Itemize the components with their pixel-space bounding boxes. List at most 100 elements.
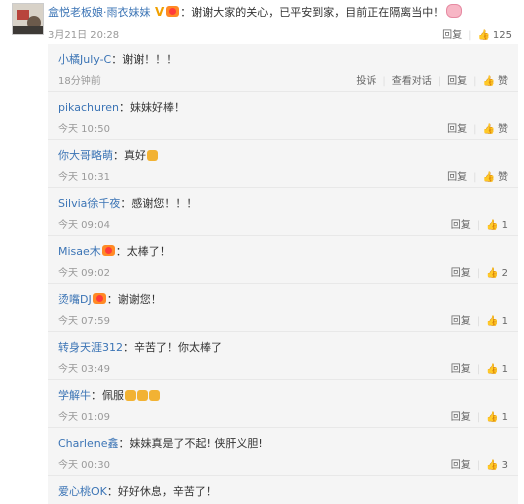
reply-text: 妹妹好棒！ [129,101,185,114]
reply-username[interactable]: 你大哥略萌 [58,149,113,162]
main-reply-button[interactable]: 回复 [442,30,462,41]
like-count[interactable]: 2 [502,268,508,279]
like-count[interactable]: 赞 [498,76,508,87]
reply-button[interactable]: 回复 [447,172,467,183]
reply-text: 妹妹真是了不起! 侠肝义胆! [129,437,263,450]
reply-line: Silvia徐千夜：感谢您！！！ [58,195,197,211]
thumbs-up-icon[interactable]: 👍 [483,172,495,183]
thumbs-up-icon[interactable]: 👍 [486,268,498,279]
reply-username[interactable]: pikachuren [58,101,119,114]
like-count[interactable]: 1 [502,412,508,423]
reply-actions: 投诉 | 查看对话 | 回复 | 👍 赞 [356,76,508,87]
colon: ： [123,341,134,354]
colon: ： [106,485,118,498]
reply-item: 转身天涯312：辛苦了！你太棒了 今天 03:49 回复 | 👍 1 [48,332,518,380]
thumbs-up-emoji-icon [137,390,148,401]
reply-item: 小橘July-C：谢谢！！！ 18分钟前 投诉 | 查看对话 | 回复 | 👍 赞 [48,44,518,92]
reply-actions: 回复 | 👍 1 [450,316,508,327]
reply-button[interactable]: 回复 [451,412,471,423]
reply-text: 辛苦了！你太棒了 [134,341,222,354]
colon: ： [118,101,130,114]
thumbs-up-icon[interactable]: 👍 [486,412,498,423]
reply-text: 谢谢！！！ [122,53,178,66]
reply-button[interactable]: 回复 [451,364,471,375]
reply-username[interactable]: 小橘July-C [58,53,111,66]
reply-list: 小橘July-C：谢谢！！！ 18分钟前 投诉 | 查看对话 | 回复 | 👍 赞 pikachur… [48,44,518,504]
reply-text: 谢谢您！ [117,293,162,306]
thumbs-up-icon[interactable]: 👍 [483,124,495,135]
fan-badge-icon [101,245,115,256]
like-count[interactable]: 赞 [498,124,508,135]
thumbs-up-icon[interactable]: 👍 [483,76,495,87]
reply-username[interactable]: 烫嘴DJ [58,293,92,306]
reply-line: 转身天涯312：辛苦了！你太棒了 [58,339,222,355]
reply-button[interactable]: 回复 [447,76,467,87]
reply-timestamp: 今天 09:02 [58,268,110,279]
reply-text: 好好休息，辛苦了！ [117,485,217,498]
like-count[interactable]: 3 [502,460,508,471]
main-comment: 盒悦老板娘·雨衣妹妹 V ：谢谢大家的关心，已平安到家，目前正在隔离当中！ 3月2… [0,0,524,44]
reply-username[interactable]: 爱心桃OK [58,485,107,498]
reply-button[interactable]: 回复 [451,220,471,231]
like-count[interactable]: 1 [502,364,508,375]
reply-line: Misae木 ：太棒了！ [58,243,171,259]
thumbs-up-icon[interactable]: 👍 [486,220,498,231]
colon: ： [180,6,192,19]
reply-actions: 回复 | 👍 1 [450,412,508,423]
reply-actions: 回复 | 👍 3 [450,460,508,471]
colon: ： [115,245,127,258]
thumbs-up-emoji-icon [125,390,136,401]
reply-button[interactable]: 回复 [447,124,467,135]
reply-actions: 回复 | 👍 1 [450,220,508,231]
main-actions: 回复 | 👍 125 [442,30,512,41]
reply-username[interactable]: Charlene鑫 [58,437,118,450]
view-conversation-button[interactable]: 查看对话 [392,76,432,87]
like-count[interactable]: 1 [502,316,508,327]
thumbs-up-icon[interactable]: 👍 [486,460,498,471]
pig-emoji-icon [446,4,463,18]
reply-timestamp: 今天 07:59 [58,316,110,327]
reply-button[interactable]: 回复 [451,268,471,279]
reply-text: 佩服 [102,389,124,402]
reply-button[interactable]: 回复 [451,460,471,471]
avatar[interactable] [12,3,44,35]
reply-line: 学解牛：佩服 [58,387,160,403]
reply-timestamp: 今天 10:50 [58,124,110,135]
reply-username[interactable]: 转身天涯312 [58,341,123,354]
like-count[interactable]: 赞 [498,172,508,183]
reply-line: 爱心桃OK：好好休息，辛苦了！ [58,483,217,499]
reply-username[interactable]: Misae木 [58,245,101,258]
reply-item: Silvia徐千夜：感谢您！！！ 今天 09:04 回复 | 👍 1 [48,188,518,236]
reply-line: pikachuren：妹妹好棒！ [58,99,185,115]
main-like-count[interactable]: 125 [493,30,512,41]
fan-badge-icon [92,293,106,304]
colon: ： [111,53,123,66]
reply-username[interactable]: Silvia徐千夜 [58,197,120,210]
reply-timestamp: 今天 00:30 [58,460,110,471]
reply-button[interactable]: 回复 [451,316,471,327]
reply-text: 太棒了！ [126,245,171,258]
reply-item: 烫嘴DJ ：谢谢您！ 今天 07:59 回复 | 👍 1 [48,284,518,332]
colon: ： [118,437,130,450]
thumbs-up-icon[interactable]: 👍 [486,364,498,375]
main-comment-text: 谢谢大家的关心，已平安到家，目前正在隔离当中！ [191,6,445,19]
colon: ： [113,149,124,162]
thumbs-up-icon[interactable]: 👍 [477,30,489,41]
reply-item: Misae木 ：太棒了！ 今天 09:02 回复 | 👍 2 [48,236,518,284]
colon: ： [120,197,132,210]
reply-username[interactable]: 学解牛 [58,389,91,402]
like-count[interactable]: 1 [502,220,508,231]
reply-actions: 回复 | 👍 赞 [447,124,508,135]
reply-item: Charlene鑫：妹妹真是了不起! 侠肝义胆! 今天 00:30 回复 | 👍 3 [48,428,518,476]
reply-line: 你大哥略萌：真好 [58,147,158,163]
reply-timestamp: 今天 03:49 [58,364,110,375]
fan-badge-icon [166,6,180,17]
reply-actions: 回复 | 👍 2 [450,268,508,279]
reply-timestamp: 今天 10:31 [58,172,110,183]
main-username[interactable]: 盒悦老板娘·雨衣妹妹 [48,6,151,19]
report-button[interactable]: 投诉 [356,76,376,87]
reply-actions: 回复 | 👍 赞 [447,172,508,183]
thumbs-up-icon[interactable]: 👍 [486,316,498,327]
reply-timestamp: 今天 09:04 [58,220,110,231]
reply-actions: 回复 | 👍 1 [450,364,508,375]
